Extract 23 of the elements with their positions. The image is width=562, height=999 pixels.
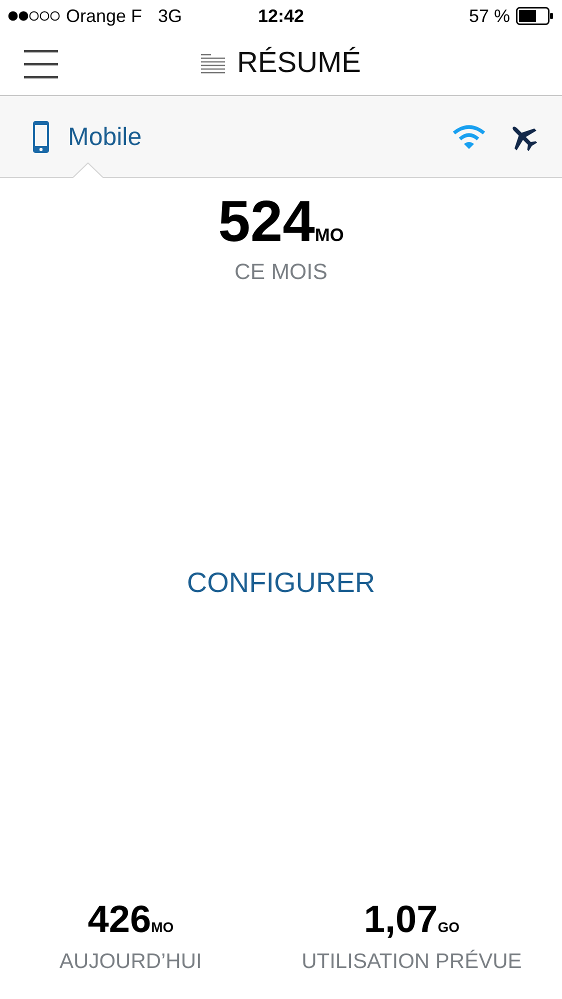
usage-value: 524: [218, 188, 315, 255]
document-icon: [200, 52, 225, 74]
usage-period: CE MOIS: [234, 259, 328, 285]
stat-value: 1,07: [364, 899, 438, 942]
stat-unit: MO: [151, 919, 174, 935]
stat-label: AUJOURD’HUI: [60, 950, 202, 974]
menu-icon: [24, 48, 58, 78]
battery-percent: 57 %: [468, 6, 510, 26]
carrier-name: Orange F: [66, 6, 142, 26]
stat-label: UTILISATION PRÉVUE: [302, 950, 522, 974]
stat-unit: GO: [438, 919, 460, 935]
network-type: 3G: [158, 6, 182, 26]
wifi-icon: [452, 124, 486, 150]
menu-button[interactable]: [24, 48, 58, 78]
configure-button[interactable]: CONFIGURER: [182, 563, 380, 603]
page-title: RÉSUMÉ: [236, 47, 362, 80]
signal-icon: [8, 11, 60, 21]
battery-icon: [516, 7, 554, 25]
stat-value: 426: [88, 899, 152, 942]
mobile-tab[interactable]: Mobile: [32, 96, 142, 178]
usage-unit: MO: [314, 225, 344, 246]
status-time: 12:42: [258, 6, 304, 26]
phone-icon: [32, 120, 50, 154]
